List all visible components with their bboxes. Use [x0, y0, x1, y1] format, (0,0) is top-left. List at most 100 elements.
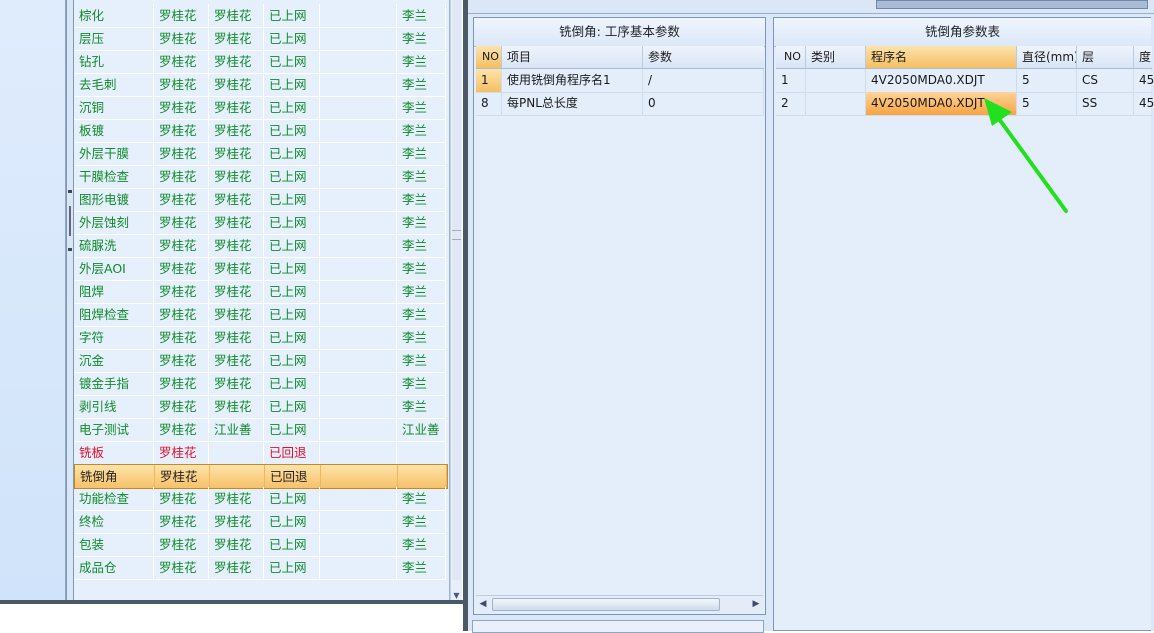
process-row[interactable]: 阻焊 罗桂花 罗桂花 已上网 李兰: [74, 280, 446, 304]
column-header-category[interactable]: 类别: [806, 46, 866, 68]
process-row[interactable]: 去毛刺 罗桂花 罗桂花 已上网 李兰: [74, 73, 446, 97]
cell-reviewer: 罗桂花: [209, 372, 264, 395]
cell-approver: 李兰: [397, 165, 446, 188]
cell-remark: [320, 234, 397, 257]
process-row[interactable]: 字符 罗桂花 罗桂花 已上网 李兰: [74, 326, 446, 350]
cell-reviewer: 罗桂花: [209, 4, 264, 27]
cell-online-status: 已上网: [264, 510, 320, 533]
basic-param-row[interactable]: 8 每PNL总长度 0: [476, 92, 764, 116]
cell-online-status: 已上网: [264, 4, 320, 27]
cell-approver: 李兰: [397, 257, 446, 280]
param-table-panel: 铣倒角参数表 NO 类别 程序名 直径(mm) 层 度 1 4V2050MDA0.…: [773, 17, 1154, 631]
cell-category: [806, 92, 866, 115]
cell-approver: 李兰: [397, 510, 446, 533]
cell-approver: 李兰: [397, 188, 446, 211]
cell-operator: 罗桂花: [154, 234, 209, 257]
column-header-layer[interactable]: 层: [1077, 46, 1134, 68]
cell-remark: [320, 533, 397, 556]
process-row[interactable]: 包装 罗桂花 罗桂花 已上网 李兰: [74, 533, 446, 557]
cell-process-name: 终检: [74, 510, 154, 533]
column-header-value[interactable]: 参数: [643, 46, 764, 68]
process-row[interactable]: 功能检查 罗桂花 罗桂花 已上网 李兰: [74, 487, 446, 511]
annotation-arrow-icon: [984, 98, 1068, 213]
process-row[interactable]: 层压 罗桂花 罗桂花 已上网 李兰: [74, 27, 446, 51]
cell-category: [806, 69, 866, 92]
cell-process-name: 层压: [74, 27, 154, 50]
cell-process-name: 包装: [74, 533, 154, 556]
column-header-angle[interactable]: 度: [1134, 46, 1154, 68]
scrollbar-thumb[interactable]: [492, 598, 720, 611]
cell-approver: 李兰: [397, 73, 446, 96]
column-header-item[interactable]: 项目: [502, 46, 643, 68]
cell-process-name: 去毛刺: [74, 73, 154, 96]
process-grid-vertical-scrollbar[interactable]: ▼: [450, 0, 462, 604]
panel-splitter[interactable]: [66, 0, 74, 604]
cell-approver: 李兰: [397, 372, 446, 395]
cell-operator: 罗桂花: [154, 441, 209, 464]
cell-program: 4V2050MDA0.XDJT: [866, 69, 1017, 92]
process-row[interactable]: 剥引线 罗桂花 罗桂花 已上网 李兰: [74, 395, 446, 419]
blank-area: [0, 604, 464, 631]
cell-approver: 李兰: [397, 349, 446, 372]
process-row[interactable]: 钻孔 罗桂花 罗桂花 已上网 李兰: [74, 50, 446, 74]
process-row[interactable]: 板镀 罗桂花 罗桂花 已上网 李兰: [74, 119, 446, 143]
process-row[interactable]: 硫脲洗 罗桂花 罗桂花 已上网 李兰: [74, 234, 446, 258]
annotation-arrow-shaft: [992, 110, 1068, 213]
cell-remark: [320, 441, 397, 464]
cell-online-status: 已回退: [265, 465, 321, 488]
cell-operator: 罗桂花: [154, 257, 209, 280]
cell-online-status: 已上网: [264, 50, 320, 73]
cell-operator: 罗桂花: [154, 96, 209, 119]
cell-remark: [320, 418, 397, 441]
cell-online-status: 已上网: [264, 73, 320, 96]
process-row[interactable]: 铣板 罗桂花 已回退: [74, 441, 446, 465]
process-row[interactable]: 沉金 罗桂花 罗桂花 已上网 李兰: [74, 349, 446, 373]
cell-remark: [320, 4, 397, 27]
cell-approver: 李兰: [397, 211, 446, 234]
cell-reviewer: 罗桂花: [209, 73, 264, 96]
cell-approver: [398, 465, 447, 488]
process-row[interactable]: 外层蚀刻 罗桂花 罗桂花 已上网 李兰: [74, 211, 446, 235]
param-row[interactable]: 1 4V2050MDA0.XDJT 5 CS 45: [776, 69, 1154, 93]
process-row[interactable]: 干膜检查 罗桂花 罗桂花 已上网 李兰: [74, 165, 446, 189]
cell-online-status: 已上网: [264, 326, 320, 349]
process-row[interactable]: 铣倒角 罗桂花 已回退: [74, 464, 448, 489]
process-row[interactable]: 镀金手指 罗桂花 罗桂花 已上网 李兰: [74, 372, 446, 396]
process-row[interactable]: 外层AOI 罗桂花 罗桂花 已上网 李兰: [74, 257, 446, 281]
cell-no: 1: [476, 69, 502, 92]
scroll-right-arrow-icon[interactable]: ▶: [749, 596, 763, 612]
process-row[interactable]: 沉铜 罗桂花 罗桂花 已上网 李兰: [74, 96, 446, 120]
column-header-diameter[interactable]: 直径(mm): [1017, 46, 1077, 68]
basic-params-horizontal-scrollbar[interactable]: ◀ ▶: [476, 595, 763, 612]
column-header-no[interactable]: NO: [476, 46, 502, 68]
process-row[interactable]: 阻焊检查 罗桂花 罗桂花 已上网 李兰: [74, 303, 446, 327]
process-row[interactable]: 终检 罗桂花 罗桂花 已上网 李兰: [74, 510, 446, 534]
cell-online-status: 已上网: [264, 533, 320, 556]
top-tab[interactable]: [876, 0, 1148, 9]
scrollbar-thumb[interactable]: [452, 0, 461, 580]
cell-reviewer: 罗桂花: [209, 257, 264, 280]
cell-online-status: 已上网: [264, 349, 320, 372]
process-row[interactable]: 棕化 罗桂花 罗桂花 已上网 李兰: [74, 4, 446, 28]
process-grid: 棕化 罗桂花 罗桂花 已上网 李兰 层压 罗桂花 罗桂花 已上网 李兰 钻孔 罗桂花 罗桂花 已上网 李兰去…: [74, 0, 450, 604]
process-row[interactable]: 电子测试 罗桂花 江业善 已上网 江业善: [74, 418, 446, 442]
cell-operator: 罗桂花: [154, 73, 209, 96]
scroll-left-arrow-icon[interactable]: ◀: [476, 596, 490, 612]
column-header-program[interactable]: 程序名: [866, 46, 1017, 68]
column-header-no[interactable]: NO: [776, 46, 806, 68]
cell-online-status: 已上网: [264, 188, 320, 211]
bottom-tabs[interactable]: [472, 620, 764, 633]
cell-remark: [320, 96, 397, 119]
cell-reviewer: 罗桂花: [209, 50, 264, 73]
basic-params-panel: 铣倒角: 工序基本参数 NO 项目 参数 1 使用铣倒角程序名1/8 每PNL总长度…: [473, 17, 766, 615]
cell-online-status: 已上网: [264, 280, 320, 303]
process-row[interactable]: 图形电镀 罗桂花 罗桂花 已上网 李兰: [74, 188, 446, 212]
basic-param-row[interactable]: 1 使用铣倒角程序名1/: [476, 69, 764, 93]
cell-reviewer: 罗桂花: [209, 96, 264, 119]
param-row[interactable]: 2 4V2050MDA0.XDJT 5 SS 45: [776, 92, 1154, 116]
process-row[interactable]: 成品仓 罗桂花 罗桂花 已上网 李兰: [74, 556, 446, 580]
cell-online-status: 已上网: [264, 211, 320, 234]
process-row[interactable]: 外层干膜 罗桂花 罗桂花 已上网 李兰: [74, 142, 446, 166]
cell-reviewer: 罗桂花: [209, 234, 264, 257]
cell-approver: 李兰: [397, 4, 446, 27]
